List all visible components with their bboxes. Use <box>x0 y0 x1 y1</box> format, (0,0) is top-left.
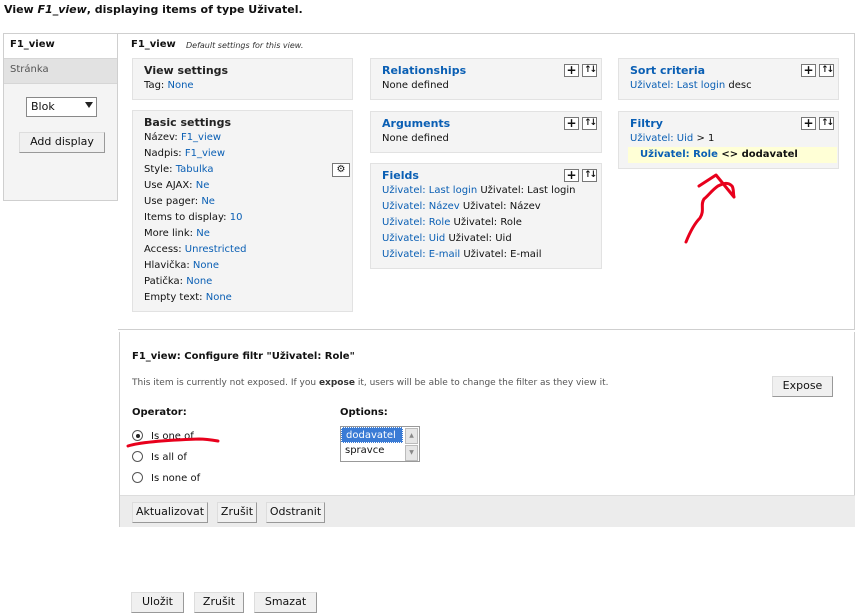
annotation-overlay <box>126 173 736 448</box>
annotation-underline-icon <box>126 437 220 448</box>
annotation-arrow-icon <box>684 173 736 244</box>
